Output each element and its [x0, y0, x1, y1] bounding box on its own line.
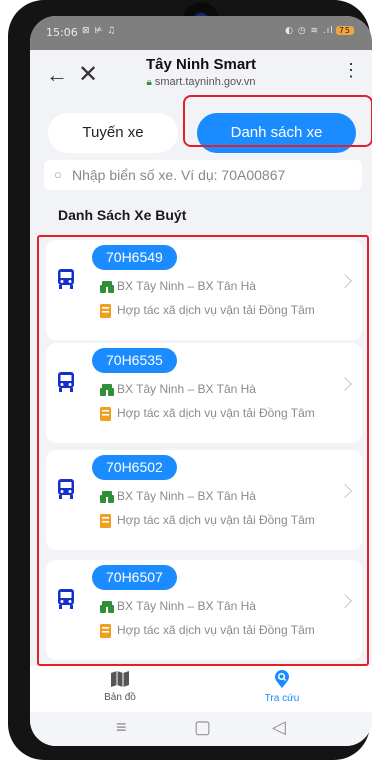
nav-map[interactable]: Bản đồ — [80, 670, 160, 703]
battery-icon: 75 — [335, 26, 354, 35]
back-icon[interactable]: ◁ — [272, 717, 286, 738]
section-title: Danh Sách Xe Buýt — [58, 207, 187, 223]
page-url: smart.tayninh.gov.vn — [154, 76, 256, 88]
plate-search-input[interactable]: ○ Nhập biển số xe. Ví dụ: 70A00867 — [44, 160, 362, 190]
bottom-nav: Bản đồ Tra cứu — [30, 666, 372, 712]
overflow-menu-icon[interactable]: ⋮ — [342, 60, 360, 81]
tab-highlight-box — [183, 95, 372, 147]
signal-icons: ◐ ◷ ≋ .ıl — [285, 26, 334, 36]
notification-icons: ⊠ ⊭ ♫ — [82, 26, 117, 36]
phone-frame: 15:06 ⊠ ⊭ ♫ ◐ ◷ ≋ .ıl 75 ← ✕ Tây Ninh Sma… — [8, 0, 372, 760]
url-line: 🔒︎ smart.tayninh.gov.vn — [30, 76, 372, 88]
search-placeholder: Nhập biển số xe. Ví dụ: 70A00867 — [72, 167, 286, 183]
list-highlight-box — [37, 235, 369, 666]
screen: 15:06 ⊠ ⊭ ♫ ◐ ◷ ≋ .ıl 75 ← ✕ Tây Ninh Sma… — [30, 16, 372, 746]
map-icon — [111, 671, 129, 687]
location-search-icon — [275, 670, 289, 688]
system-status-icons: ◐ ◷ ≋ .ıl 75 — [285, 26, 354, 36]
page-title: Tây Ninh Smart — [145, 56, 257, 73]
tab-routes[interactable]: Tuyến xe — [48, 113, 178, 153]
lock-icon: 🔒︎ — [146, 77, 152, 88]
system-nav-bar: ≡ ▢ ◁ — [30, 712, 372, 746]
status-time: 15:06 — [46, 26, 78, 39]
nav-lookup-label: Tra cứu — [264, 693, 300, 704]
search-icon: ○ — [54, 167, 62, 182]
nav-map-label: Bản đồ — [104, 692, 136, 703]
home-icon[interactable]: ▢ — [194, 717, 211, 738]
recents-icon[interactable]: ≡ — [116, 717, 127, 738]
nav-lookup[interactable]: Tra cứu — [242, 670, 322, 704]
status-bar: 15:06 ⊠ ⊭ ♫ ◐ ◷ ≋ .ıl 75 — [30, 16, 372, 50]
